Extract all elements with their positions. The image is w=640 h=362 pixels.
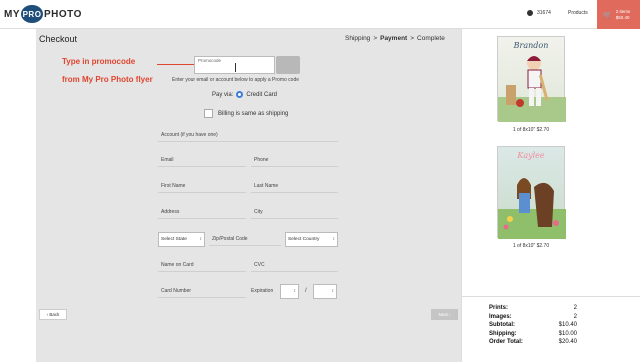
- text-cursor: [235, 63, 236, 72]
- last-name-field[interactable]: Last Name: [251, 179, 338, 193]
- name-on-card-field[interactable]: Name on Card: [158, 258, 246, 272]
- summary-value: 2: [573, 305, 577, 311]
- exp-separator: /: [305, 288, 307, 294]
- promocode-label: Promocode: [198, 58, 222, 63]
- chevron-updown-icon: ↕: [293, 289, 296, 294]
- address-field[interactable]: Address: [158, 205, 246, 219]
- cart-total: $50.40: [615, 14, 630, 20]
- city-field[interactable]: City: [251, 205, 338, 219]
- country-select-value: Select Country: [288, 237, 320, 242]
- user-icon: [527, 10, 533, 16]
- first-name-field[interactable]: First Name: [158, 179, 246, 193]
- logo-pro: PRO: [21, 5, 43, 23]
- summary-label: Prints:: [489, 305, 509, 311]
- annotation-line-2: from My Pro Photo flyer: [62, 75, 153, 84]
- product-caption: 1 of 8x10" $2.70: [512, 127, 550, 133]
- next-label: Next: [438, 312, 448, 317]
- promocode-input[interactable]: Promocode: [194, 56, 275, 74]
- divider: [462, 296, 640, 297]
- order-summary: Prints: 2 Images: 2 Subtotal: $10.40 Shi…: [489, 304, 577, 347]
- summary-label: Images:: [489, 313, 512, 320]
- summary-label: Order Total:: [489, 339, 523, 345]
- credit-card-radio[interactable]: [236, 91, 244, 98]
- user-account[interactable]: 31674: [527, 10, 551, 16]
- billing-same-checkbox[interactable]: [204, 109, 213, 118]
- zip-field[interactable]: Zip/Postal Code: [209, 232, 281, 246]
- chevron-updown-icon: ↕: [199, 237, 202, 242]
- summary-row: Shipping: $10.00: [489, 330, 577, 339]
- billing-same-toggle[interactable]: Billing is same as shipping: [204, 109, 288, 118]
- page-title: Checkout: [39, 34, 78, 44]
- chevron-right-icon: ›: [447, 312, 451, 317]
- product-caption: 1 of 8x10" $2.70: [512, 243, 550, 249]
- cart-items-count: 2 items: [615, 8, 631, 14]
- step-payment[interactable]: Payment: [380, 35, 407, 42]
- summary-row: Subtotal: $10.40: [489, 321, 577, 330]
- summary-value: $10.40: [558, 322, 577, 328]
- summary-value: 2: [573, 313, 577, 320]
- logo[interactable]: MY PRO PHOTO: [4, 5, 82, 23]
- expiration-label: Expiration: [251, 288, 274, 294]
- summary-value: $20.40: [558, 339, 577, 345]
- back-label: Back: [49, 312, 60, 317]
- state-select[interactable]: Select State ↕: [158, 232, 205, 247]
- chevron-updown-icon: ↕: [332, 237, 335, 242]
- summary-row: Order Total: $20.40: [489, 338, 577, 347]
- step-separator: >: [410, 35, 415, 42]
- email-field[interactable]: Email: [158, 153, 246, 167]
- product-image[interactable]: Kaylee: [497, 146, 566, 239]
- top-bar: MY PRO PHOTO 31674 Products 🛒 2 items $5…: [0, 0, 640, 29]
- card-number-field[interactable]: Card Number: [158, 284, 246, 298]
- exp-month-select[interactable]: ↕: [280, 284, 299, 299]
- summary-label: Subtotal:: [489, 322, 515, 328]
- products-link[interactable]: Products: [568, 10, 588, 16]
- product-image[interactable]: Brandon: [497, 36, 566, 122]
- exp-year-select[interactable]: ↕: [313, 284, 337, 299]
- cricket-player-illustration: [498, 56, 566, 122]
- cvc-field[interactable]: CVC: [251, 258, 338, 272]
- account-field[interactable]: Account (if you have one): [158, 128, 338, 142]
- cart-icon: 🛒: [603, 11, 612, 19]
- pay-via-label: Pay via:: [212, 91, 234, 98]
- apply-promo-button[interactable]: [276, 56, 300, 74]
- user-id: 31674: [537, 10, 551, 16]
- pay-via: Pay via: Credit Card: [212, 91, 277, 98]
- girl-with-horse-illustration: [498, 178, 566, 239]
- state-select-value: Select State: [161, 237, 187, 242]
- promo-hint: Enter your email or account below to app…: [172, 77, 300, 83]
- summary-row: Images: 2: [489, 313, 577, 322]
- annotation-line-1: Type in promocode: [62, 57, 136, 66]
- credit-card-label: Credit Card: [246, 91, 278, 98]
- annotation-arrow: [157, 64, 195, 65]
- summary-value: $10.00: [558, 330, 577, 337]
- step-separator: >: [373, 35, 378, 42]
- logo-my: MY: [4, 8, 20, 20]
- cart-summary: 2 items $50.40: [616, 9, 631, 21]
- cart-button[interactable]: 🛒 2 items $50.40: [597, 0, 640, 29]
- checkout-steps: Shipping > Payment > Complete: [345, 35, 445, 42]
- logo-photo: PHOTO: [44, 8, 82, 20]
- chevron-updown-icon: ↕: [331, 289, 334, 294]
- left-gutter: [0, 29, 36, 362]
- step-shipping[interactable]: Shipping: [345, 35, 370, 42]
- billing-same-label: Billing is same as shipping: [218, 110, 289, 117]
- phone-field[interactable]: Phone: [251, 153, 338, 167]
- back-button[interactable]: ‹ Back: [39, 309, 67, 320]
- country-select[interactable]: Select Country ↕: [285, 232, 338, 247]
- summary-row: Prints: 2: [489, 304, 577, 313]
- step-complete[interactable]: Complete: [417, 35, 445, 42]
- summary-label: Shipping:: [489, 330, 517, 337]
- next-button[interactable]: Next ›: [431, 309, 458, 320]
